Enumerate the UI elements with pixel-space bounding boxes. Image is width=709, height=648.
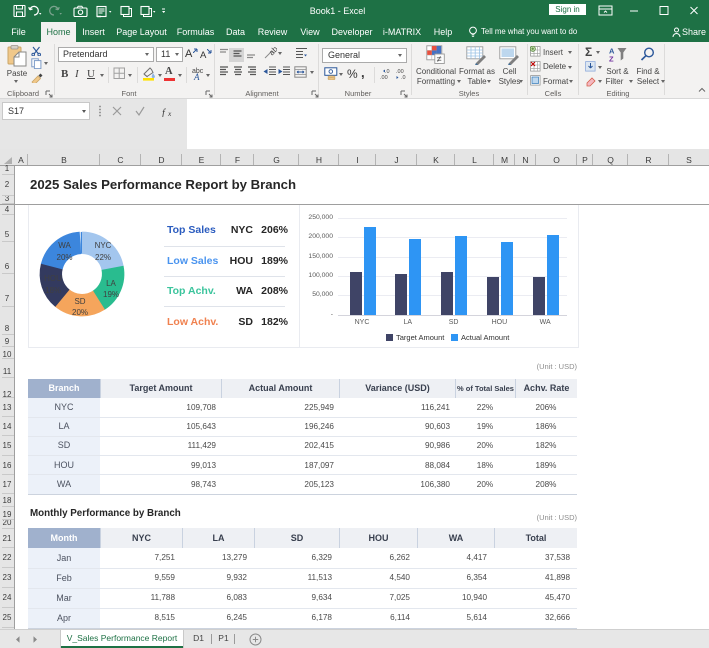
svg-text:.0: .0 — [401, 75, 406, 80]
svg-text:.00: .00 — [380, 75, 388, 80]
svg-text:x: x — [167, 109, 172, 117]
svg-text:ab: ab — [267, 47, 277, 57]
svg-text:≠: ≠ — [437, 54, 442, 64]
svg-text:Z: Z — [609, 55, 614, 63]
svg-text:f: f — [162, 108, 166, 117]
svg-text:A: A — [193, 72, 200, 81]
